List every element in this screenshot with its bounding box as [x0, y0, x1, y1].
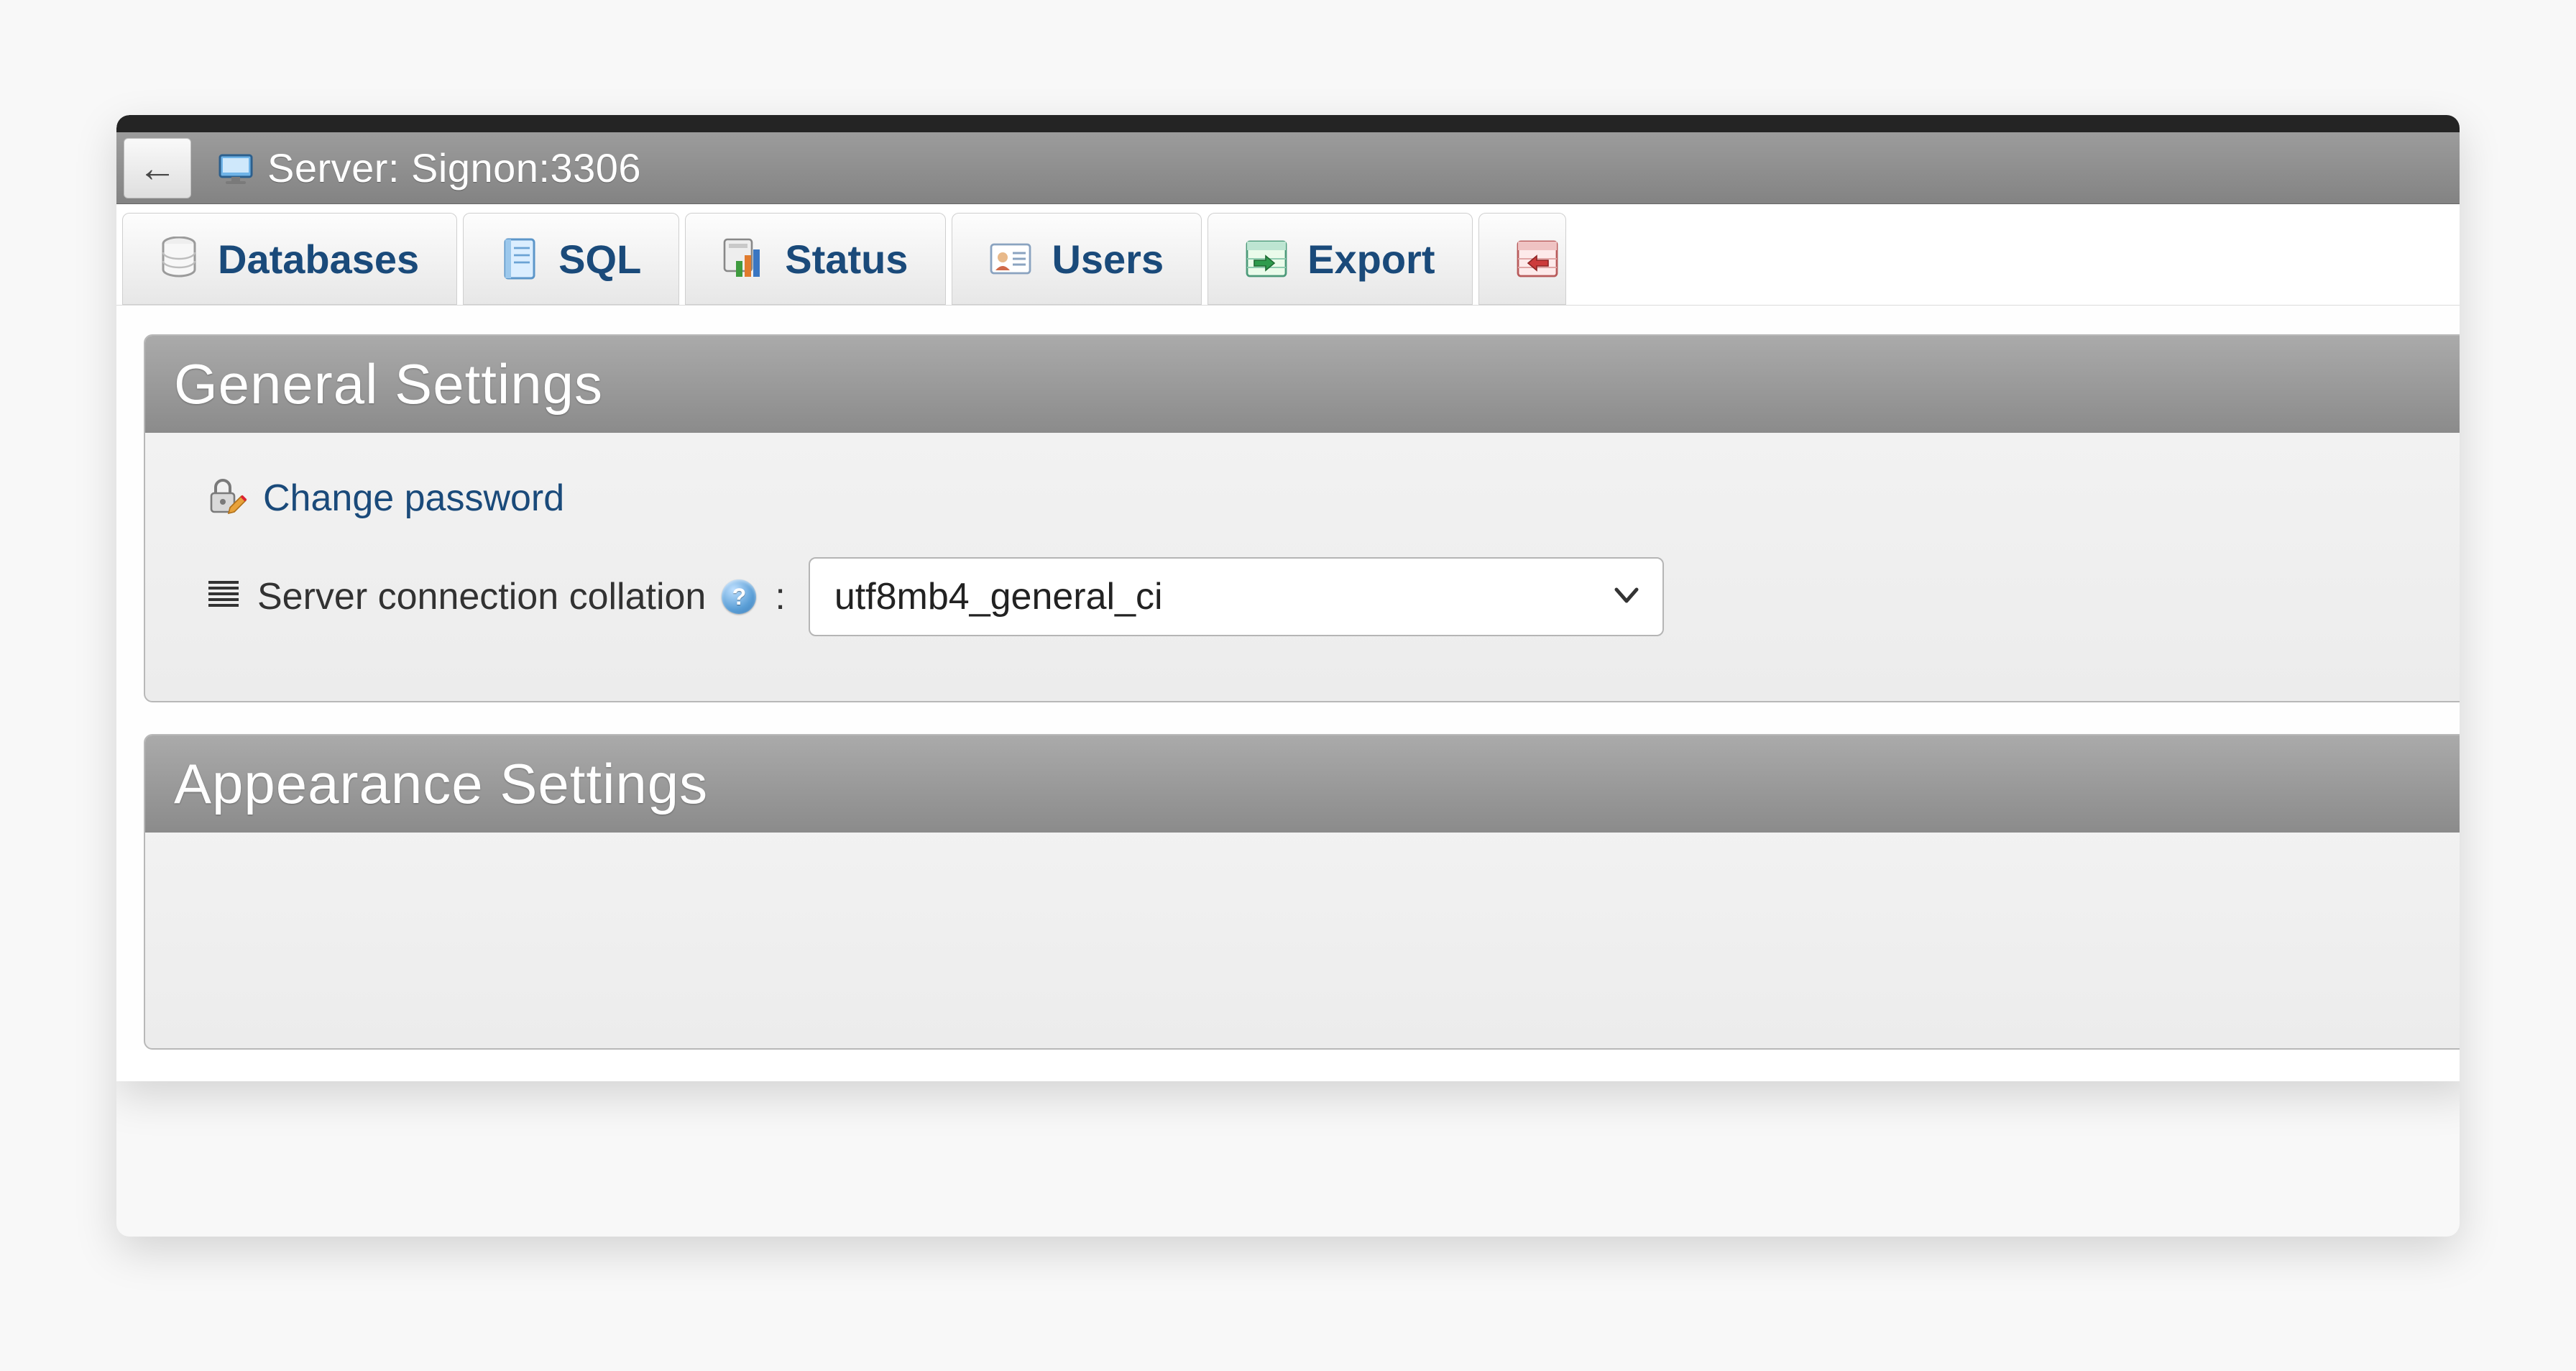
tab-sql[interactable]: SQL: [463, 213, 679, 305]
tab-users[interactable]: Users: [952, 213, 1202, 305]
panel-header: Appearance Settings: [145, 735, 2460, 833]
collation-icon: [206, 578, 242, 616]
window-titlebar: [116, 115, 2460, 132]
panel-header: General Settings: [145, 336, 2460, 433]
status-icon: [723, 238, 765, 280]
tab-export[interactable]: Export: [1208, 213, 1473, 305]
help-icon[interactable]: ?: [722, 579, 756, 614]
panel-appearance-settings: Appearance Settings: [144, 734, 2460, 1050]
label-colon: :: [775, 575, 785, 618]
database-icon: [160, 237, 198, 281]
app-window: ← Server: Signon:3306 Databases: [116, 115, 2460, 1081]
panel-title-appearance: Appearance Settings: [174, 751, 2444, 817]
page-body: General Settings Change password: [116, 306, 2460, 1050]
sql-icon: [501, 237, 538, 281]
server-icon: [217, 150, 257, 187]
users-icon: [990, 242, 1031, 276]
export-icon: [1246, 240, 1287, 278]
panel-title-general: General Settings: [174, 352, 2444, 417]
arrow-left-icon: ←: [138, 149, 177, 188]
collation-label: Server connection collation: [257, 575, 706, 618]
tab-import-partial[interactable]: [1478, 213, 1566, 305]
tab-label: Users: [1052, 236, 1164, 283]
tab-status[interactable]: Status: [685, 213, 946, 305]
tab-label: SQL: [558, 236, 641, 283]
breadcrumb-bar: ← Server: Signon:3306: [116, 132, 2460, 204]
tab-label: Export: [1307, 236, 1435, 283]
tab-label: Status: [785, 236, 908, 283]
collation-select[interactable]: utf8mb4_general_ci: [809, 557, 1664, 636]
tab-databases[interactable]: Databases: [122, 213, 457, 305]
tab-bar: Databases SQL: [116, 204, 2460, 306]
back-button[interactable]: ←: [124, 138, 191, 198]
breadcrumb-server-label[interactable]: Server: Signon:3306: [267, 145, 641, 191]
panel-general-settings: General Settings Change password: [144, 334, 2460, 702]
tab-label: Databases: [218, 236, 419, 283]
lock-edit-icon: [206, 476, 247, 520]
import-icon: [1517, 240, 1558, 278]
change-password-link[interactable]: Change password: [263, 477, 564, 520]
